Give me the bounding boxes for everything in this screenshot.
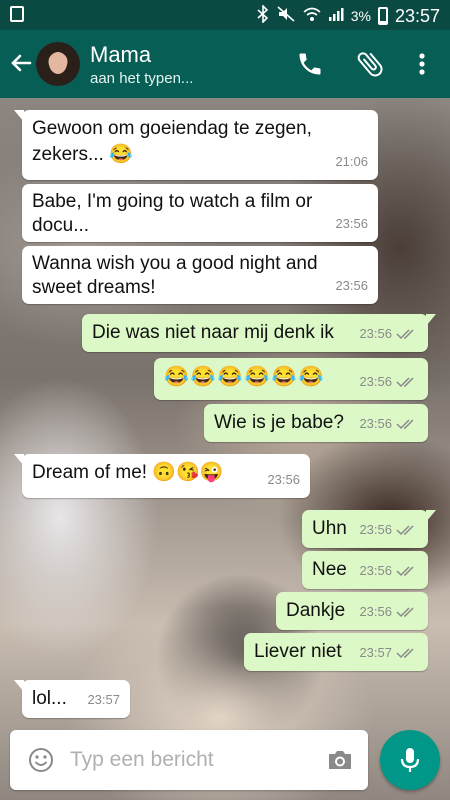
contact-avatar[interactable] [36, 42, 80, 86]
message-outgoing[interactable]: Die was niet naar mij denk ik 23:56 [82, 314, 436, 352]
message-text: Wanna wish you a good night and sweet dr… [32, 253, 318, 298]
double-check-icon [396, 525, 414, 536]
message-time: 23:56 [335, 278, 368, 293]
message-incoming[interactable]: Gewoon om goeiendag te zegen, zekers... … [14, 110, 378, 180]
wifi-icon [303, 6, 321, 26]
mic-icon [400, 748, 420, 772]
double-check-icon [396, 648, 414, 659]
emoji-icon [29, 748, 53, 772]
message-time: 23:56 [359, 522, 392, 537]
camera-icon [329, 751, 351, 769]
message-time: 23:56 [359, 563, 392, 578]
message-time: 23:56 [359, 416, 392, 431]
double-check-icon [396, 566, 414, 577]
message-time: 23:56 [359, 326, 392, 341]
back-button[interactable] [6, 48, 36, 78]
call-button[interactable] [296, 50, 324, 78]
bluetooth-icon [257, 4, 269, 27]
message-outgoing[interactable]: Dankje 23:56 [276, 592, 428, 630]
message-time: 23:56 [335, 216, 368, 231]
message-time: 23:56 [359, 604, 392, 619]
message-text: Dream of me! 🙃😘😜 [32, 462, 224, 483]
double-check-icon [396, 329, 414, 340]
double-check-icon [396, 607, 414, 618]
message-time: 23:57 [87, 692, 120, 707]
message-time: 23:56 [359, 374, 392, 389]
message-time: 23:57 [359, 645, 392, 660]
more-options-button[interactable] [414, 48, 430, 80]
message-text: Gewoon om goeiendag te zegen, zekers... … [32, 118, 312, 165]
contact-status: aan het typen... [90, 70, 194, 87]
chat-header: Mama aan het typen... [0, 30, 450, 98]
double-check-icon [396, 419, 414, 430]
arrow-back-icon [11, 54, 32, 72]
status-bar: 3% 23:57 [0, 0, 450, 30]
mute-icon [276, 5, 296, 27]
message-outgoing[interactable]: Wie is je babe? 23:56 [204, 404, 428, 442]
android-status-icon [10, 6, 24, 22]
emoji-button[interactable] [28, 747, 54, 773]
battery-icon [377, 7, 388, 25]
message-incoming[interactable]: lol... 23:57 [14, 680, 130, 718]
battery-percent: 3% [350, 8, 371, 24]
status-time: 23:57 [394, 5, 440, 26]
message-outgoing[interactable]: 😂😂😂😂😂😂 23:56 [154, 358, 428, 400]
message-outgoing[interactable]: Nee 23:56 [302, 551, 428, 589]
message-time: 23:56 [267, 472, 300, 487]
contact-name[interactable]: Mama [90, 42, 151, 68]
camera-button[interactable] [326, 748, 354, 772]
message-incoming[interactable]: Dream of me! 🙃😘😜 23:56 [14, 454, 310, 498]
double-check-icon [396, 377, 414, 388]
attachment-icon [357, 52, 383, 77]
message-outgoing[interactable]: Liever niet 23:57 [244, 633, 428, 671]
message-incoming[interactable]: Wanna wish you a good night and sweet dr… [22, 246, 378, 304]
signal-icon [328, 6, 344, 26]
attach-button[interactable] [354, 48, 386, 80]
message-incoming[interactable]: Babe, I'm going to watch a film or docu.… [22, 184, 378, 242]
input-placeholder: Typ een bericht [70, 748, 214, 771]
call-icon [299, 53, 321, 75]
message-text: Babe, I'm going to watch a film or docu.… [32, 191, 313, 236]
message-input[interactable]: Typ een bericht [10, 730, 368, 790]
mic-button[interactable] [380, 730, 440, 790]
message-outgoing[interactable]: Uhn 23:56 [302, 510, 436, 548]
message-time: 21:06 [335, 154, 368, 169]
more-vert-icon [419, 53, 425, 75]
